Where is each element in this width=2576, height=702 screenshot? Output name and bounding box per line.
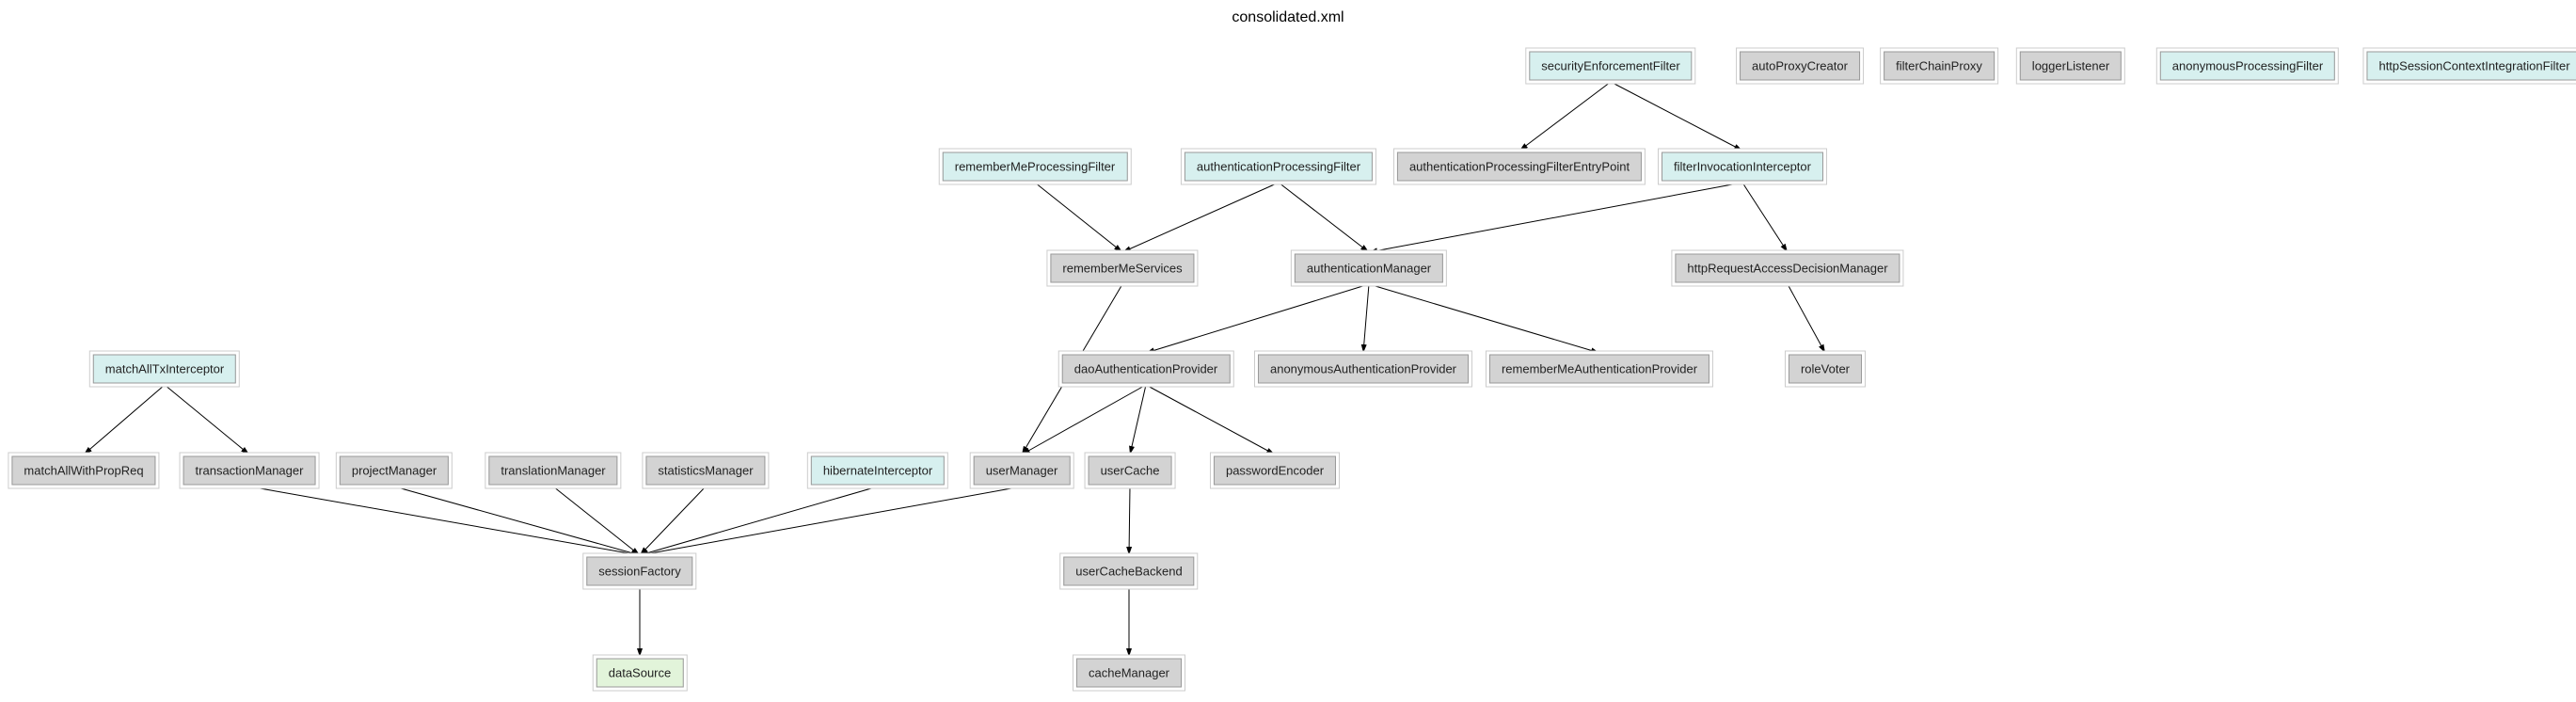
node-statisticsManager[interactable]: statisticsManager xyxy=(645,456,765,486)
edge-translationManager-sessionFactory xyxy=(553,487,640,555)
edge-securityEnforcementFilter-filterInvocationInterceptor xyxy=(1611,82,1742,151)
edge-daoAuthenticationProvider-userCache xyxy=(1130,385,1146,455)
edge-projectManager-sessionFactory xyxy=(394,487,640,555)
node-passwordEncoder[interactable]: passwordEncoder xyxy=(1214,456,1336,486)
node-userCache[interactable]: userCache xyxy=(1089,456,1172,486)
diagram-title: consolidated.xml xyxy=(0,9,2576,26)
node-filterInvocationInterceptor[interactable]: filterInvocationInterceptor xyxy=(1662,152,1823,182)
edge-filterInvocationInterceptor-httpRequestAccessDecisionManager xyxy=(1742,183,1788,252)
node-cacheManager[interactable]: cacheManager xyxy=(1076,659,1182,688)
node-dataSource[interactable]: dataSource xyxy=(596,659,684,688)
edge-authenticationManager-daoAuthenticationProvider xyxy=(1146,284,1369,353)
node-authenticationProcessingFilterEntryPoint[interactable]: authenticationProcessingFilterEntryPoint xyxy=(1397,152,1642,182)
node-rememberMeServices[interactable]: rememberMeServices xyxy=(1050,254,1194,283)
node-matchAllWithPropReq[interactable]: matchAllWithPropReq xyxy=(11,456,155,486)
edge-matchAllTxInterceptor-matchAllWithPropReq xyxy=(84,385,165,455)
edge-authenticationManager-rememberMeAuthenticationProvider xyxy=(1369,284,1599,353)
node-httpSessionContextIntegrationFilter[interactable]: httpSessionContextIntegrationFilter xyxy=(2366,52,2576,81)
edge-filterInvocationInterceptor-authenticationManager xyxy=(1369,183,1742,252)
node-sessionFactory[interactable]: sessionFactory xyxy=(586,557,692,586)
edge-statisticsManager-sessionFactory xyxy=(640,487,706,555)
edge-daoAuthenticationProvider-passwordEncoder xyxy=(1146,385,1275,455)
node-anonymousAuthenticationProvider[interactable]: anonymousAuthenticationProvider xyxy=(1258,355,1469,384)
node-rememberMeProcessingFilter[interactable]: rememberMeProcessingFilter xyxy=(943,152,1128,182)
edge-httpRequestAccessDecisionManager-roleVoter xyxy=(1788,284,1825,353)
node-daoAuthenticationProvider[interactable]: daoAuthenticationProvider xyxy=(1062,355,1231,384)
edge-matchAllTxInterceptor-transactionManager xyxy=(165,385,249,455)
node-autoProxyCreator[interactable]: autoProxyCreator xyxy=(1740,52,1860,81)
edge-rememberMeProcessingFilter-rememberMeServices xyxy=(1035,183,1122,252)
edge-hibernateInterceptor-sessionFactory xyxy=(640,487,878,555)
edge-userCache-userCacheBackend xyxy=(1129,487,1130,555)
node-transactionManager[interactable]: transactionManager xyxy=(183,456,316,486)
node-rememberMeAuthenticationProvider[interactable]: rememberMeAuthenticationProvider xyxy=(1489,355,1709,384)
node-securityEnforcementFilter[interactable]: securityEnforcementFilter xyxy=(1529,52,1692,81)
node-roleVoter[interactable]: roleVoter xyxy=(1789,355,1862,384)
node-authenticationProcessingFilter[interactable]: authenticationProcessingFilter xyxy=(1185,152,1373,182)
node-projectManager[interactable]: projectManager xyxy=(340,456,449,486)
edge-transactionManager-sessionFactory xyxy=(249,487,640,555)
node-authenticationManager[interactable]: authenticationManager xyxy=(1295,254,1443,283)
node-matchAllTxInterceptor[interactable]: matchAllTxInterceptor xyxy=(93,355,236,384)
edges-layer xyxy=(0,0,2576,702)
node-userManager[interactable]: userManager xyxy=(974,456,1071,486)
node-loggerListener[interactable]: loggerListener xyxy=(2020,52,2122,81)
edge-userManager-sessionFactory xyxy=(640,487,1022,555)
edge-securityEnforcementFilter-authenticationProcessingFilterEntryPoint xyxy=(1519,82,1611,151)
node-httpRequestAccessDecisionManager[interactable]: httpRequestAccessDecisionManager xyxy=(1675,254,1900,283)
edge-authenticationProcessingFilter-authenticationManager xyxy=(1279,183,1369,252)
node-anonymousProcessingFilter[interactable]: anonymousProcessingFilter xyxy=(2160,52,2335,81)
node-filterChainProxy[interactable]: filterChainProxy xyxy=(1884,52,1995,81)
node-hibernateInterceptor[interactable]: hibernateInterceptor xyxy=(811,456,945,486)
edge-authenticationProcessingFilter-rememberMeServices xyxy=(1122,183,1279,252)
node-userCacheBackend[interactable]: userCacheBackend xyxy=(1063,557,1194,586)
edge-authenticationManager-anonymousAuthenticationProvider xyxy=(1363,284,1369,353)
node-translationManager[interactable]: translationManager xyxy=(488,456,617,486)
edge-daoAuthenticationProvider-userManager xyxy=(1022,385,1146,455)
